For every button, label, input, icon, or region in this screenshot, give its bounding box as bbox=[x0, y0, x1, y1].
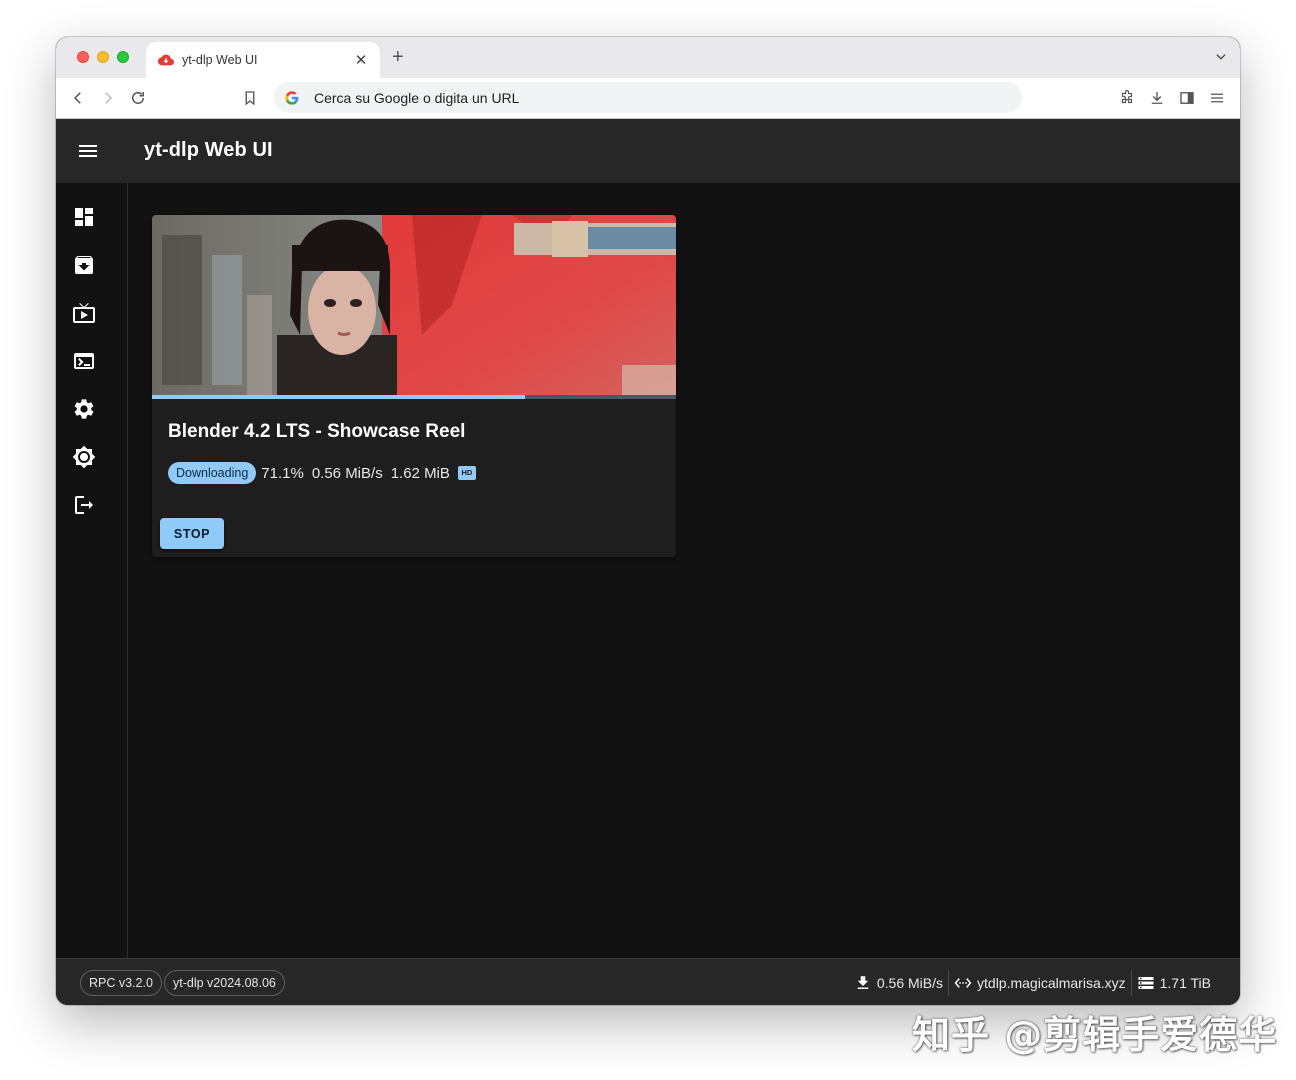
progress-percent: 71.1% bbox=[261, 464, 304, 482]
app-title: yt-dlp Web UI bbox=[144, 139, 273, 161]
video-thumbnail[interactable] bbox=[152, 215, 676, 395]
download-title: Blender 4.2 LTS - Showcase Reel bbox=[168, 421, 466, 442]
sidebar bbox=[56, 183, 128, 958]
dashboard-icon[interactable] bbox=[72, 205, 96, 229]
archive-icon[interactable] bbox=[72, 253, 96, 277]
browser-toolbar: Cerca su Google o digita un URL bbox=[56, 78, 1240, 119]
terminal-icon[interactable] bbox=[72, 349, 96, 373]
main-content: Blender 4.2 LTS - Showcase Reel Download… bbox=[128, 183, 1240, 958]
bookmark-icon[interactable] bbox=[241, 89, 259, 107]
hd-icon: HD bbox=[457, 466, 476, 480]
download-size: 1.62 MiB bbox=[390, 464, 450, 482]
chevron-down-icon[interactable] bbox=[1214, 50, 1228, 64]
stop-button[interactable]: STOP bbox=[160, 518, 224, 549]
app-bar: yt-dlp Web UI bbox=[56, 119, 1240, 183]
footer-storage-value: 1.71 TiB bbox=[1159, 974, 1211, 991]
browser-tab-bar: yt-dlp Web UI ✕ + bbox=[56, 37, 1240, 78]
status-badge: Downloading bbox=[168, 462, 257, 484]
reload-icon[interactable] bbox=[129, 89, 147, 107]
storage-icon bbox=[1138, 976, 1154, 989]
download-progress-bar bbox=[152, 395, 676, 399]
download-card: Blender 4.2 LTS - Showcase Reel Download… bbox=[152, 215, 676, 557]
minimize-window-button[interactable] bbox=[97, 51, 109, 63]
download-icon bbox=[857, 975, 869, 989]
browser-window: yt-dlp Web UI ✕ + Cerca su Google o digi… bbox=[56, 37, 1240, 1005]
google-icon bbox=[285, 90, 299, 105]
logout-icon[interactable] bbox=[72, 493, 96, 517]
new-tab-icon[interactable]: + bbox=[392, 46, 404, 69]
browser-menu-icon[interactable] bbox=[1208, 89, 1226, 107]
livestream-icon[interactable] bbox=[72, 301, 96, 325]
hamburger-menu-icon[interactable] bbox=[76, 139, 100, 163]
watermark-text: 知乎 @剪辑手爱德华 bbox=[912, 1013, 1278, 1057]
address-placeholder: Cerca su Google o digita un URL bbox=[314, 89, 520, 106]
zoom-window-button[interactable] bbox=[117, 51, 129, 63]
footer-server-value: ytdlp.magicalmarisa.xyz bbox=[977, 974, 1126, 991]
settings-ethernet-icon bbox=[954, 977, 972, 988]
close-window-button[interactable] bbox=[77, 51, 89, 63]
ytdlp-version-chip: yt-dlp v2024.08.06 bbox=[164, 970, 285, 996]
status-footer: RPC v3.2.0 yt-dlp v2024.08.06 0.56 MiB/s… bbox=[56, 958, 1240, 1005]
forward-icon[interactable] bbox=[99, 89, 117, 107]
theme-icon[interactable] bbox=[72, 445, 96, 469]
footer-storage: 1.71 TiB bbox=[1132, 971, 1216, 995]
rpc-version-chip: RPC v3.2.0 bbox=[80, 970, 162, 996]
download-progress-fill bbox=[152, 395, 525, 399]
footer-speed: 0.56 MiB/s bbox=[849, 971, 948, 995]
back-icon[interactable] bbox=[69, 89, 87, 107]
download-speed: 0.56 MiB/s bbox=[311, 464, 383, 482]
downloads-icon[interactable] bbox=[1148, 89, 1166, 107]
address-bar[interactable]: Cerca su Google o digita un URL bbox=[274, 82, 1022, 113]
settings-icon[interactable] bbox=[72, 397, 96, 421]
side-panel-icon[interactable] bbox=[1178, 89, 1196, 107]
footer-server: ytdlp.magicalmarisa.xyz bbox=[949, 971, 1131, 995]
footer-stats: 0.56 MiB/s ytdlp.magicalmarisa.xyz 1.71 … bbox=[849, 959, 1216, 1005]
extensions-icon[interactable] bbox=[1118, 89, 1136, 107]
footer-speed-value: 0.56 MiB/s bbox=[876, 974, 944, 991]
tab-close-icon[interactable]: ✕ bbox=[352, 51, 370, 69]
cloud-download-icon bbox=[158, 54, 174, 66]
download-stats: Downloading 71.1% 0.56 MiB/s 1.62 MiB HD bbox=[168, 462, 476, 484]
browser-tab[interactable]: yt-dlp Web UI ✕ bbox=[146, 42, 380, 78]
tab-title: yt-dlp Web UI bbox=[182, 53, 258, 67]
